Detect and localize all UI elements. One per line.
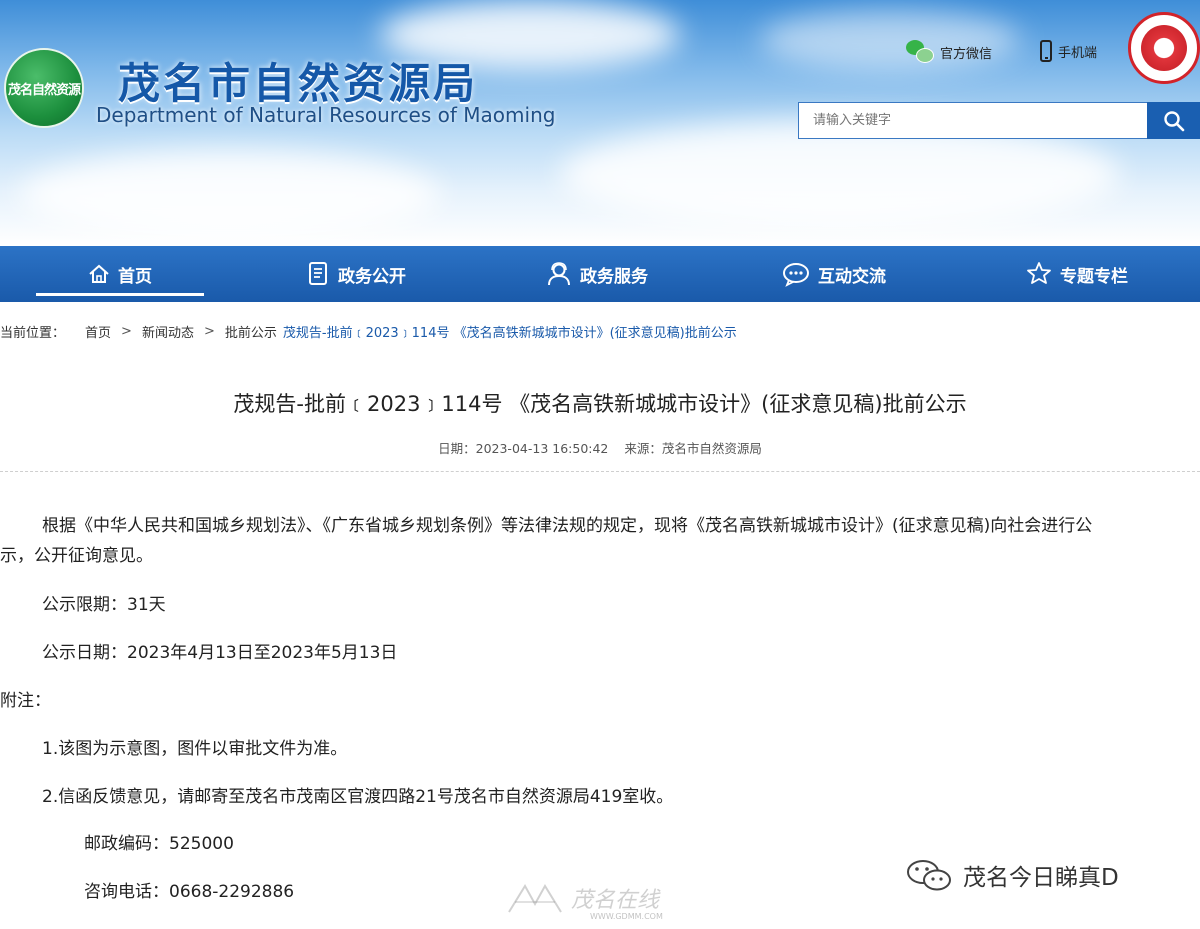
nav-item-label: 政务服务 <box>580 266 648 287</box>
breadcrumb-link-news[interactable]: 新闻动态 <box>142 322 194 341</box>
document-icon <box>309 262 327 285</box>
paragraph: 示，公开征询意见。 <box>0 546 153 566</box>
breadcrumb-link-announcements[interactable]: 批前公示 <box>225 322 277 341</box>
nav-item-label: 专题专栏 <box>1060 266 1128 287</box>
article-date: 2023-04-13 16:50:42 <box>475 441 609 456</box>
site-subtitle: Department of Natural Resources of Maomi… <box>96 103 556 127</box>
wechat-icon <box>907 860 951 891</box>
service-icon <box>548 262 570 286</box>
breadcrumb: 当前位置： 首页 > 新闻动态 > 批前公示 茂规告-批前﹝2023﹞114号 … <box>0 322 737 341</box>
date-label: 日期： <box>438 441 476 456</box>
topic-icon <box>1027 262 1051 284</box>
postcode: 邮政编码：525000 <box>84 834 234 854</box>
logo-text: 茂名自然资源 <box>7 82 81 98</box>
wechat-link-label: 官方微信 <box>940 46 993 62</box>
watermark-gdmm: 茂名在线 <box>505 880 659 916</box>
breadcrumb-separator: > <box>203 324 215 339</box>
mobile-link-label: 手机端 <box>1058 45 1098 61</box>
divider <box>0 471 1200 472</box>
cloud-decoration <box>20 150 440 240</box>
watermark-logo-icon <box>508 884 562 913</box>
paragraph: 根据《中华人民共和国城乡规划法》、《广东省城乡规划条例》等法律法规的规定，现将《… <box>42 516 1093 536</box>
nav-item-label: 互动交流 <box>818 266 886 287</box>
nav-item-special-topics[interactable]: 专题专栏 <box>1026 246 1128 302</box>
search-button[interactable] <box>1147 102 1200 139</box>
nav-item-home[interactable]: 首页 <box>36 246 204 302</box>
announcement-period: 公示限期：31天 <box>42 595 166 615</box>
breadcrumb-current[interactable]: 茂规告-批前﹝2023﹞114号 《茂名高铁新城城市设计》(征求意见稿)批前公示 <box>283 322 737 341</box>
home-icon <box>89 264 109 283</box>
watermark-url: WWW.GDMM.COM <box>590 912 663 921</box>
main-nav: 首页 政务公开 政务服务 互动交流 专题专栏 <box>0 246 1200 302</box>
search-icon <box>1163 110 1184 131</box>
article-title: 茂规告-批前﹝2023﹞114号 《茂名高铁新城城市设计》(征求意见稿)批前公示 <box>233 392 967 416</box>
breadcrumb-prefix: 当前位置： <box>0 326 66 341</box>
nav-item-interaction[interactable]: 互动交流 <box>782 246 886 302</box>
nav-item-label: 政务公开 <box>338 266 406 287</box>
article-meta: 日期：2023-04-13 16:50:42 来源：茂名市自然资源局 <box>0 438 1200 457</box>
nav-item-label: 首页 <box>118 266 152 287</box>
announcement-dates: 公示日期：2023年4月13日至2023年5月13日 <box>42 643 398 663</box>
watermark-account-name: 茂名今日睇真D <box>963 865 1119 891</box>
phone-icon <box>1040 40 1052 62</box>
article-source: 茂名市自然资源局 <box>661 441 762 456</box>
note-item: 1.该图为示意图，图件以审批文件为准。 <box>42 739 348 759</box>
wechat-icon <box>906 40 934 64</box>
watermark-account: 茂名今日睇真D <box>905 858 1119 892</box>
search-input[interactable] <box>798 102 1148 139</box>
breadcrumb-separator: > <box>121 324 132 339</box>
emblem-inner <box>1141 25 1187 71</box>
site-title[interactable]: 茂名市自然资源局 <box>118 50 478 111</box>
breadcrumb-link-home[interactable]: 首页 <box>85 322 111 341</box>
watermark-text: 茂名在线 <box>571 888 660 913</box>
site-logo[interactable]: 茂名自然资源 <box>4 48 84 128</box>
nav-item-government-affairs[interactable]: 政务公开 <box>306 246 406 302</box>
note-heading: 附注： <box>0 691 51 711</box>
emblem-icon[interactable] <box>1128 12 1200 84</box>
note-item: 2.信函反馈意见，请邮寄至茂名市茂南区官渡四路21号茂名市自然资源局419室收。 <box>42 787 674 807</box>
mobile-link[interactable]: 手机端 <box>1040 40 1097 62</box>
chat-icon <box>783 263 809 287</box>
wechat-link[interactable]: 官方微信 <box>906 40 992 64</box>
nav-item-government-services[interactable]: 政务服务 <box>546 246 648 302</box>
site-header: 茂名自然资源 茂名市自然资源局 Department of Natural Re… <box>0 0 1200 246</box>
source-label: 来源： <box>624 441 662 456</box>
